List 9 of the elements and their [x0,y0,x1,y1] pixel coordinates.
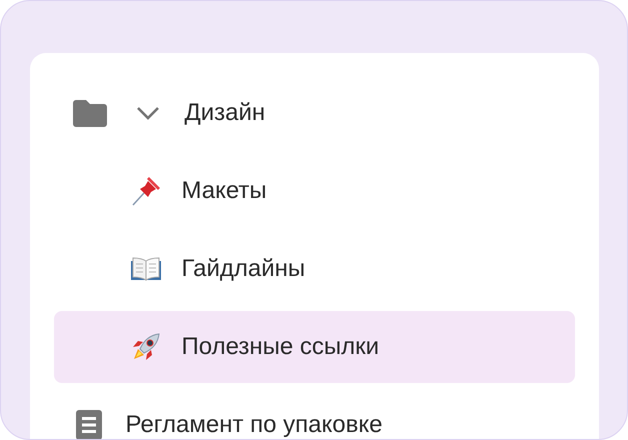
tree-item[interactable]: Гайдлайны [54,233,574,305]
tree-item[interactable]: Полезные ссылки [54,311,574,383]
tree-item[interactable]: Макеты [54,155,574,227]
pushpin-icon [130,175,162,207]
book-icon [130,256,162,282]
tree-item[interactable]: Дизайн [54,77,574,149]
folder-icon [72,99,106,127]
chevron-icon[interactable] [134,105,160,121]
tree-item[interactable]: Регламент по упаковке [54,389,574,439]
